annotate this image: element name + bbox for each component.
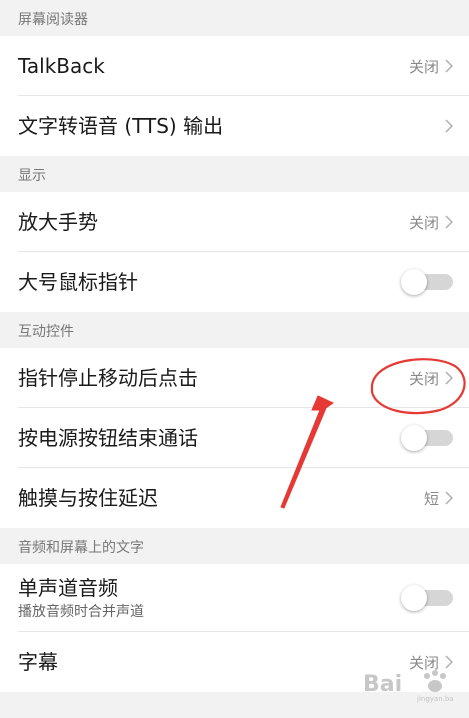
svg-text:jingyan.baidu.com: jingyan.baidu.com [416,695,453,703]
row-mono-audio[interactable]: 单声道音频 播放音频时合并声道 [0,564,469,632]
row-title-click-after-pointer-stops: 指针停止移动后点击 [18,366,198,390]
row-magnification-gestures[interactable]: 放大手势 关闭 [0,192,469,252]
row-title-talkback: TalkBack [18,54,105,78]
chevron-right-icon [445,215,453,229]
toggle-knob [401,269,427,295]
row-touch-hold-delay[interactable]: 触摸与按住延迟 短 [0,468,469,528]
row-title-magnification-gestures: 放大手势 [18,210,98,234]
chevron-right-icon [445,491,453,505]
row-title-captions: 字幕 [18,650,58,674]
baidu-watermark-logo: Bai jingyan.baidu.com [363,670,453,703]
row-tts-output[interactable]: 文字转语音 (TTS) 输出 [0,96,469,156]
mono-audio-toggle[interactable] [401,584,453,612]
row-value-click-after-pointer-stops: 关闭 [408,369,439,388]
section-header-audio-text: 音频和屏幕上的文字 [0,528,469,564]
row-value-magnification-gestures: 关闭 [408,213,439,232]
row-title-power-button-ends-call: 按电源按钮结束通话 [18,426,198,450]
row-value-talkback: 关闭 [408,57,439,76]
row-title-tts-output: 文字转语音 (TTS) 输出 [18,114,224,138]
row-talkback[interactable]: TalkBack 关闭 [0,36,469,96]
section-header-screen-reader: 屏幕阅读器 [0,0,469,36]
row-power-button-ends-call[interactable]: 按电源按钮结束通话 [0,408,469,468]
chevron-right-icon [445,119,453,133]
paw-icon [424,670,446,692]
row-title-mono-audio: 单声道音频 [18,575,118,600]
section-header-interaction-controls: 互动控件 [0,312,469,348]
toggle-knob [401,425,427,451]
row-click-after-pointer-stops[interactable]: 指针停止移动后点击 关闭 [0,348,469,408]
row-title-touch-hold-delay: 触摸与按住延迟 [18,486,158,510]
section-header-display: 显示 [0,156,469,192]
power-button-ends-call-toggle[interactable] [401,424,453,452]
toggle-knob [401,585,427,611]
row-title-large-mouse-pointer: 大号鼠标指针 [18,270,138,294]
accessibility-settings-page: 屏幕阅读器 TalkBack 关闭 文字转语音 (TTS) 输出 显示 放大手势… [0,0,469,718]
row-subtitle-mono-audio: 播放音频时合并声道 [18,603,144,620]
row-large-mouse-pointer[interactable]: 大号鼠标指针 [0,252,469,312]
row-value-touch-hold-delay: 短 [423,489,439,508]
watermark-text: Bai [363,672,402,697]
chevron-right-icon [445,59,453,73]
large-mouse-pointer-toggle[interactable] [401,268,453,296]
chevron-right-icon [445,371,453,385]
